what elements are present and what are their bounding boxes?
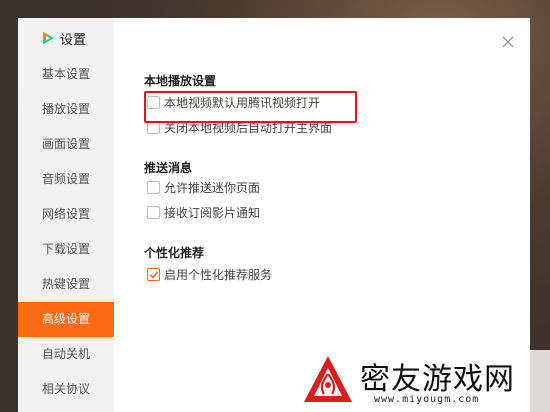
sidebar-item-download[interactable]: 下载设置 <box>18 232 114 267</box>
checkbox[interactable] <box>147 205 160 219</box>
option-label: 允许推送迷你页面 <box>164 180 261 195</box>
tencent-video-logo-icon <box>43 32 54 44</box>
watermark-url: www.miyougm.com <box>374 394 480 405</box>
section-title-personal: 个性化推荐 <box>144 246 205 260</box>
sidebar-item-auto-shutdown[interactable]: 自动关机 <box>18 337 114 372</box>
sidebar-item-basic[interactable]: 基本设置 <box>18 57 114 92</box>
sidebar-item-playback[interactable]: 播放设置 <box>18 92 114 127</box>
section-title-push: 推送消息 <box>144 161 193 175</box>
highlight-annotation-box <box>144 91 357 123</box>
dialog-title: 设置 <box>60 32 87 48</box>
option-allow-mini-page[interactable]: 允许推送迷你页面 <box>147 179 260 195</box>
watermark-name: 密友游戏网 <box>360 362 515 397</box>
checkbox[interactable] <box>147 180 160 194</box>
sidebar-item-picture[interactable]: 画面设置 <box>18 127 114 162</box>
option-label: 接收订阅影片通知 <box>164 205 261 220</box>
watermark: 密友游戏网 www.miyougm.com <box>296 350 550 412</box>
option-label: 启用个性化推荐服务 <box>164 267 273 282</box>
option-subscription-notify[interactable]: 接收订阅影片通知 <box>147 204 260 220</box>
checkmark-icon <box>149 270 159 279</box>
sidebar-item-audio[interactable]: 音频设置 <box>18 162 114 197</box>
sidebar-item-advanced[interactable]: 高级设置 <box>18 302 114 337</box>
sidebar-item-hotkeys[interactable]: 热键设置 <box>18 267 114 302</box>
option-personal-recommend[interactable]: 启用个性化推荐服务 <box>147 266 272 282</box>
settings-sidebar: 设置 基本设置 播放设置 画面设置 音频设置 网络设置 下载设置 热键设置 高级… <box>18 18 114 412</box>
section-title-local-play: 本地播放设置 <box>144 74 217 88</box>
watermark-logo-icon <box>304 356 352 402</box>
sidebar-item-agreements[interactable]: 相关协议 <box>18 372 114 407</box>
dialog-header: 设置 <box>40 30 87 48</box>
settings-nav: 基本设置 播放设置 画面设置 音频设置 网络设置 下载设置 热键设置 高级设置 … <box>18 57 114 407</box>
sidebar-item-network[interactable]: 网络设置 <box>18 197 114 232</box>
checkbox-checked[interactable] <box>147 267 160 281</box>
